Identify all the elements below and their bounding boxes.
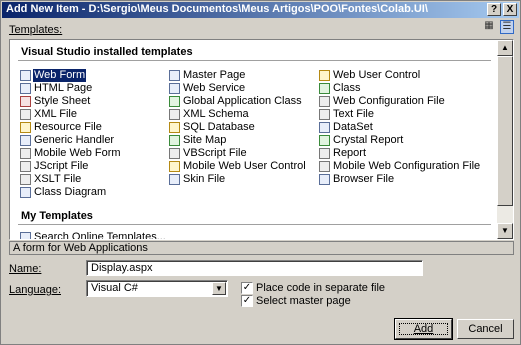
separate-file-checkbox[interactable]: ✓	[241, 282, 253, 294]
html-page-icon	[20, 83, 31, 94]
add-button[interactable]: Add	[394, 318, 453, 340]
style-sheet-icon	[20, 96, 31, 107]
master-page-icon	[169, 70, 180, 81]
generic-handler-icon	[20, 135, 31, 146]
language-label: Language:	[9, 284, 61, 296]
sql-database-icon	[169, 122, 180, 133]
resource-file-icon	[20, 122, 31, 133]
cancel-button[interactable]: Cancel	[457, 319, 514, 339]
site-map-icon	[169, 135, 180, 146]
browser-file-icon	[319, 174, 330, 185]
web-service-icon	[169, 83, 180, 94]
window-title: Add New Item - D:\Sergio\Meus Documentos…	[6, 3, 428, 15]
group-divider	[18, 60, 491, 61]
large-icons-view-icon[interactable]: ▦	[482, 20, 496, 34]
skin-file-icon	[169, 174, 180, 185]
scroll-up-button[interactable]: ▲	[497, 40, 513, 56]
class-diagram-icon	[20, 187, 31, 198]
title-bar[interactable]: Add New Item - D:\Sergio\Meus Documentos…	[2, 2, 519, 18]
close-button[interactable]: X	[503, 3, 517, 16]
scroll-thumb[interactable]	[497, 56, 513, 206]
language-value: Visual C#	[91, 282, 138, 294]
master-page-label: Select master page	[256, 295, 351, 307]
mobile-web-form-icon	[20, 148, 31, 159]
dataset-icon	[319, 122, 330, 133]
focus-rect	[399, 323, 448, 335]
name-input[interactable]: Display.aspx	[86, 260, 423, 276]
add-new-item-dialog: Add New Item - D:\Sergio\Meus Documentos…	[0, 0, 521, 345]
crystal-report-icon	[319, 135, 330, 146]
class-icon	[319, 83, 330, 94]
help-button[interactable]: ?	[487, 3, 501, 16]
web-form-icon	[20, 70, 31, 81]
xslt-file-icon	[20, 174, 31, 185]
text-file-icon	[319, 109, 330, 120]
templates-scrollbar[interactable]: ▲ ▼	[497, 40, 513, 239]
mobile-web-configuration-file-icon	[319, 161, 330, 172]
separate-file-label: Place code in separate file	[256, 282, 386, 294]
mobile-web-user-control-icon	[169, 161, 180, 172]
template-description: A form for Web Applications	[9, 241, 514, 255]
chevron-down-icon[interactable]: ▼	[212, 282, 226, 295]
xml-schema-icon	[169, 109, 180, 120]
jscript-file-icon	[20, 161, 31, 172]
templates-label: Templates:	[9, 24, 63, 36]
language-select[interactable]: Visual C# ▼	[86, 280, 228, 297]
group-my-templates: My Templates	[21, 210, 93, 222]
templates-list[interactable]: Visual Studio installed templates Web Fo…	[9, 39, 514, 240]
xml-file-icon	[20, 109, 31, 120]
vbscript-file-icon	[169, 148, 180, 159]
small-icons-view-icon[interactable]: ☰	[500, 20, 514, 34]
scroll-down-button[interactable]: ▼	[497, 223, 513, 239]
web-configuration-file-icon	[319, 96, 330, 107]
search-online-icon	[20, 232, 31, 239]
web-user-control-icon	[319, 70, 330, 81]
global-application-class-icon	[169, 96, 180, 107]
group-installed-templates: Visual Studio installed templates	[21, 46, 193, 58]
master-page-checkbox[interactable]: ✓	[241, 295, 253, 307]
name-label: Name:	[9, 263, 42, 275]
report-icon	[319, 148, 330, 159]
group-divider	[18, 224, 491, 225]
